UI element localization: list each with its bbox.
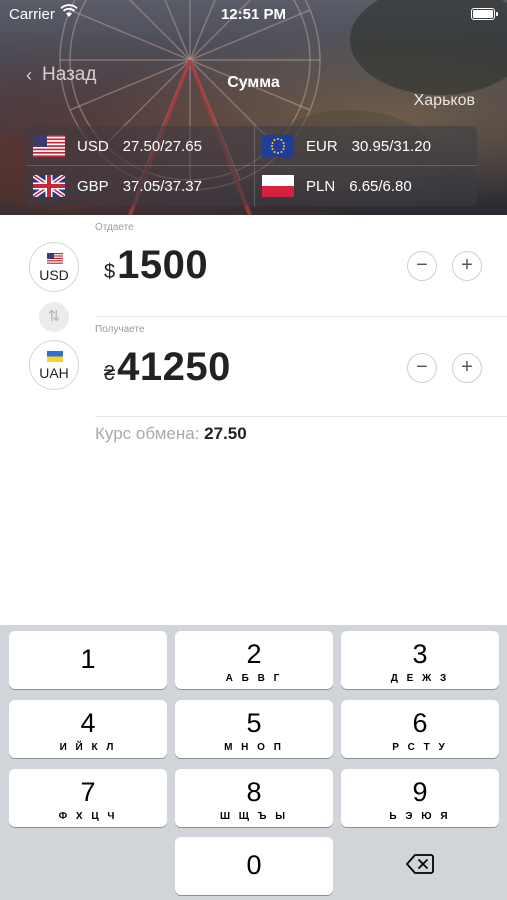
give-amount-field[interactable]: $ 1500 [104, 243, 208, 288]
backspace-icon [406, 854, 434, 874]
usd-symbol: $ [104, 261, 116, 283]
key-digit: 3 [412, 639, 428, 669]
key-9[interactable]: 9 Ь Э Ю Я [341, 769, 499, 827]
city-selector[interactable]: Харьков [414, 92, 475, 110]
key-digit: 8 [246, 777, 262, 807]
uk-flag-icon [33, 175, 65, 197]
key-letters: И Й К Л [59, 742, 117, 753]
key-letters: Д Е Ж З [390, 673, 450, 684]
rate-value: 27.50/27.65 [122, 137, 202, 155]
us-flag-icon [47, 253, 63, 264]
delete-key[interactable] [341, 837, 499, 895]
key-digit: 4 [80, 708, 96, 738]
key-letters: М Н О П [224, 742, 284, 753]
rate-code: PLN [306, 177, 336, 195]
receive-amount-value: 41250 [117, 345, 231, 389]
rate-code: EUR [306, 137, 338, 155]
header-background: Carrier 12:51 PM ‹ Назад Сумма Харьков U… [0, 0, 507, 215]
exchange-rate: Курс обмена: 27.50 [95, 424, 247, 444]
give-increment-button[interactable]: + [452, 251, 482, 281]
receive-divider [95, 416, 507, 417]
page-title: Сумма [227, 74, 280, 91]
key-8[interactable]: 8 Ш Щ Ъ Ы [175, 769, 333, 827]
key-7[interactable]: 7 Ф Х Ц Ч [9, 769, 167, 827]
key-6[interactable]: 6 Р С Т У [341, 700, 499, 758]
uah-symbol: ₴ [104, 363, 116, 385]
key-letters: Ф Х Ц Ч [58, 811, 118, 822]
key-digit: 7 [80, 777, 96, 807]
rate-value: 30.95/31.20 [351, 137, 431, 155]
key-digit: 1 [80, 644, 96, 674]
exchange-rate-label: Курс обмена: [95, 424, 200, 443]
rate-value: 37.05/37.37 [122, 177, 202, 195]
converter: USD ⇅ UAH Отдаете $ 1500 − + Получаете ₴… [0, 215, 507, 625]
key-digit: 0 [246, 850, 262, 880]
rate-eur[interactable]: EUR 30.95/31.20 [262, 126, 431, 166]
key-3[interactable]: 3 Д Е Ж З [341, 631, 499, 689]
receive-increment-button[interactable]: + [452, 353, 482, 383]
us-flag-icon [33, 135, 65, 157]
key-digit: 9 [412, 777, 428, 807]
rates-divider-vertical [254, 126, 255, 206]
ua-flag-icon [47, 351, 63, 362]
give-currency-code: USD [39, 267, 69, 283]
key-5[interactable]: 5 М Н О П [175, 700, 333, 758]
key-digit: 2 [246, 639, 262, 669]
rates-panel: USD 27.50/27.65 EUR 30.95/31.20 GBP 37.0… [26, 126, 477, 206]
receive-decrement-button[interactable]: − [407, 353, 437, 383]
exchange-rate-value: 27.50 [204, 424, 247, 443]
key-digit: 6 [412, 708, 428, 738]
give-currency-button[interactable]: USD [29, 242, 79, 292]
key-letters: А Б В Г [225, 673, 283, 684]
swap-arrows-icon[interactable]: ⇅ [39, 302, 69, 332]
status-bar: Carrier 12:51 PM [0, 0, 507, 28]
give-divider [95, 316, 507, 317]
key-digit: 5 [246, 708, 262, 738]
receive-currency-code: UAH [39, 365, 69, 381]
eu-flag-icon [262, 135, 294, 157]
status-time: 12:51 PM [220, 6, 287, 23]
key-4[interactable]: 4 И Й К Л [9, 700, 167, 758]
rate-code: USD [77, 137, 109, 155]
receive-label: Получаете [95, 324, 145, 335]
give-decrement-button[interactable]: − [407, 251, 437, 281]
pl-flag-icon [262, 175, 294, 197]
rate-pln[interactable]: PLN 6.65/6.80 [262, 166, 412, 206]
key-1[interactable]: 1 [9, 631, 167, 689]
rate-gbp[interactable]: GBP 37.05/37.37 [33, 166, 202, 206]
key-0[interactable]: 0 [175, 837, 333, 895]
battery-icon [471, 8, 498, 20]
key-letters: Ш Щ Ъ Ы [219, 811, 289, 822]
key-2[interactable]: 2 А Б В Г [175, 631, 333, 689]
rate-value: 6.65/6.80 [349, 177, 412, 195]
rate-usd[interactable]: USD 27.50/27.65 [33, 126, 202, 166]
key-letters: Р С Т У [392, 742, 448, 753]
give-amount-value: 1500 [117, 243, 209, 287]
receive-currency-button[interactable]: UAH [29, 340, 79, 390]
key-letters: Ь Э Ю Я [389, 811, 451, 822]
numeric-keypad: 1 2 А Б В Г 3 Д Е Ж З 4 И Й К Л 5 М Н О … [0, 625, 507, 900]
receive-amount-field[interactable]: ₴ 41250 [104, 345, 231, 390]
give-label: Отдаете [95, 222, 134, 233]
rate-code: GBP [77, 177, 109, 195]
